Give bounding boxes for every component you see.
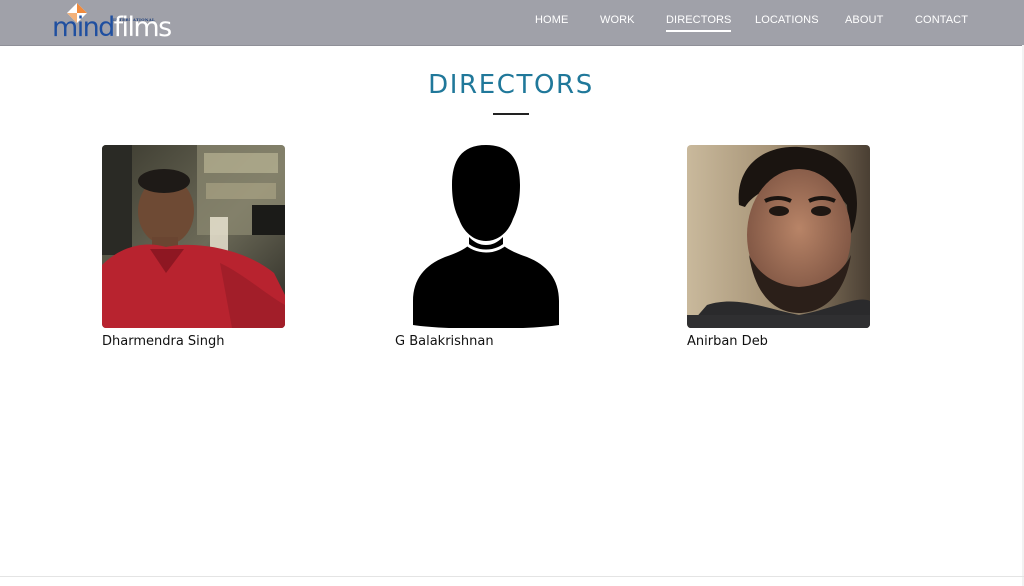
nav-item-contact[interactable]: CONTACT	[915, 14, 968, 26]
nav-item-directors[interactable]: DIRECTORS	[666, 14, 732, 32]
logo-brand-part1: mind	[52, 12, 115, 43]
nav-item-locations[interactable]: LOCATIONS	[755, 14, 819, 26]
director-photo[interactable]	[687, 145, 870, 328]
director-card: G Balakrishnan	[395, 145, 585, 349]
director-card: Dharmendra Singh	[102, 145, 292, 349]
director-photo[interactable]	[102, 145, 285, 328]
director-photo[interactable]	[395, 145, 578, 328]
title-divider	[493, 113, 529, 115]
page-title: DIRECTORS	[428, 70, 594, 100]
site-header: INTERNATIONAL mindfilms HOME WORK DIRECT…	[0, 0, 1024, 46]
footer-divider	[0, 576, 1024, 577]
director-name[interactable]: Dharmendra Singh	[102, 334, 225, 349]
page: INTERNATIONAL mindfilms HOME WORK DIRECT…	[0, 0, 1024, 586]
placeholder-avatar-icon	[395, 145, 578, 328]
nav-item-work[interactable]: WORK	[600, 14, 635, 26]
director-name[interactable]: G Balakrishnan	[395, 334, 494, 349]
director-card: Anirban Deb	[687, 145, 877, 349]
portrait-photo-1	[102, 145, 285, 328]
nav-item-home[interactable]: HOME	[535, 14, 568, 26]
nav-item-about[interactable]: ABOUT	[845, 14, 883, 26]
mindfilms-logo[interactable]: INTERNATIONAL mindfilms	[52, 2, 172, 44]
logo-wordmark: mindfilms	[52, 12, 172, 43]
logo-brand-part2: films	[113, 12, 172, 43]
director-name[interactable]: Anirban Deb	[687, 334, 768, 349]
portrait-photo-3	[687, 145, 870, 328]
